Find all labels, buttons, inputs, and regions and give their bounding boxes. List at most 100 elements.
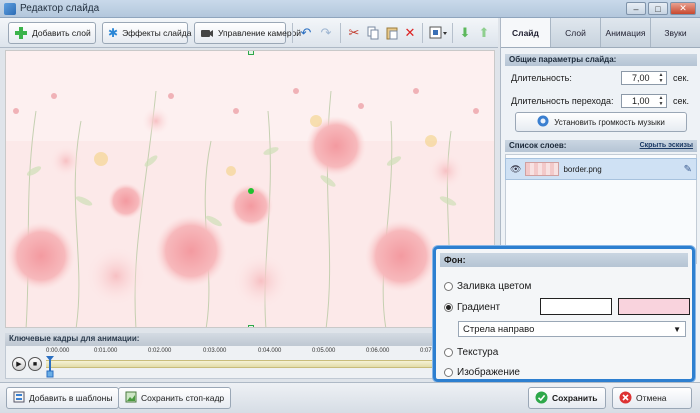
- save-still-frame-button[interactable]: Сохранить стоп-кадр: [118, 387, 232, 409]
- properties-tabs: Слайд Слой Анимация Звуки: [501, 18, 700, 48]
- duration-label: Длительность:: [511, 73, 572, 83]
- tab-animation[interactable]: Анимация: [601, 18, 651, 47]
- slide-effects-label: Эффекты слайда: [122, 28, 192, 38]
- spinner-arrows-icon[interactable]: ▲ ▼: [657, 72, 665, 84]
- gradient-direction-select[interactable]: Стрела направо ▼: [458, 321, 686, 337]
- gradient-color-end[interactable]: [618, 298, 690, 315]
- save-still-frame-label: Сохранить стоп-кадр: [141, 393, 225, 403]
- save-label: Сохранить: [552, 393, 598, 403]
- minimize-button[interactable]: –: [626, 2, 646, 15]
- check-icon: [535, 391, 548, 406]
- layers-list-heading: Список слоев: Скрыть эскизы: [505, 140, 697, 152]
- image-label: Изображение: [457, 367, 520, 378]
- undo-icon[interactable]: ↶: [296, 23, 316, 43]
- maximize-button[interactable]: □: [648, 2, 668, 15]
- duration-value: 7,00: [632, 73, 650, 83]
- layer-center-point[interactable]: [248, 188, 254, 194]
- layers-list-title: Список слоев:: [509, 141, 567, 150]
- gradient-color-start[interactable]: [540, 298, 612, 315]
- timeline-tick: 0:03.000: [203, 348, 227, 354]
- align-grid-icon[interactable]: [426, 23, 450, 43]
- timeline-tick: 0:05.000: [312, 348, 336, 354]
- image-option[interactable]: Изображение: [444, 367, 520, 378]
- move-up-icon[interactable]: ⬆: [474, 23, 494, 43]
- toolbar-separator: [422, 23, 423, 43]
- add-to-templates-label: Добавить в шаблоны: [29, 393, 113, 403]
- transition-duration-spinner[interactable]: 1,00 ▲ ▼: [621, 94, 667, 108]
- music-volume-icon: [537, 115, 549, 129]
- redo-icon[interactable]: ↷: [316, 23, 336, 43]
- edit-pencil-icon[interactable]: ✎: [684, 164, 692, 175]
- radio-selected-icon[interactable]: [444, 303, 453, 312]
- timeline-tick: 0:06.000: [366, 348, 390, 354]
- slide-effects-button[interactable]: ✱ Эффекты слайда: [102, 22, 192, 44]
- tab-slide[interactable]: Слайд: [501, 18, 551, 47]
- background-heading: Фон:: [440, 253, 688, 267]
- duration-unit: сек.: [673, 73, 689, 83]
- layer-item[interactable]: 👁 border.png ✎: [505, 158, 697, 180]
- radio-icon[interactable]: [444, 348, 453, 357]
- keyframe-marker-icon[interactable]: [46, 356, 54, 378]
- cancel-icon: [619, 391, 632, 406]
- set-music-volume-label: Установить громкость музыки: [554, 117, 665, 127]
- visibility-eye-icon[interactable]: 👁: [510, 164, 521, 175]
- timeline-tick: 0:02.000: [148, 348, 172, 354]
- fill-color-label: Заливка цветом: [457, 281, 532, 292]
- layer-thumbnail: [525, 162, 560, 176]
- save-button[interactable]: Сохранить: [528, 387, 606, 409]
- gradient-direction-value: Стрела направо: [463, 323, 535, 335]
- window-controls: – □ ✕: [626, 2, 696, 15]
- paste-icon[interactable]: [382, 23, 402, 43]
- delete-icon[interactable]: ✕: [400, 23, 420, 43]
- radio-icon[interactable]: [444, 282, 453, 291]
- app-icon: [4, 2, 16, 15]
- spinner-arrows-icon[interactable]: ▲ ▼: [657, 95, 665, 107]
- toolbar-separator: [452, 23, 453, 43]
- texture-option[interactable]: Текстура: [444, 347, 498, 358]
- move-down-icon[interactable]: ⬇: [455, 23, 475, 43]
- timeline-track[interactable]: [46, 360, 486, 368]
- add-layer-button[interactable]: Добавить слой: [8, 22, 96, 44]
- cut-icon[interactable]: ✂: [344, 23, 364, 43]
- add-to-templates-button[interactable]: Добавить в шаблоны: [6, 387, 120, 409]
- fill-color-option[interactable]: Заливка цветом: [444, 281, 531, 292]
- toolbar: Добавить слой ✱ Эффекты слайда Управлени…: [0, 18, 498, 48]
- gradient-label: Градиент: [457, 302, 501, 313]
- add-layer-label: Добавить слой: [32, 28, 91, 38]
- camera-control-button[interactable]: Управление камерой: [194, 22, 301, 44]
- tab-sounds[interactable]: Звуки: [651, 18, 700, 47]
- dropdown-arrow-icon[interactable]: ▼: [673, 325, 681, 334]
- radio-icon[interactable]: [444, 368, 453, 377]
- selection-handle-top[interactable]: [248, 51, 254, 55]
- cancel-button[interactable]: Отмена: [612, 387, 692, 409]
- transition-duration-value: 1,00: [632, 96, 650, 106]
- texture-label: Текстура: [457, 347, 499, 358]
- transition-duration-unit: сек.: [673, 96, 689, 106]
- transition-duration-label: Длительность перехода:: [511, 96, 614, 106]
- stop-button[interactable]: ■: [28, 357, 42, 371]
- copy-icon[interactable]: [363, 23, 383, 43]
- slide-params-heading: Общие параметры слайда:: [505, 54, 697, 66]
- bottom-bar: Добавить в шаблоны Сохранить стоп-кадр С…: [0, 382, 700, 413]
- timeline-tick: 0:00.000: [46, 348, 70, 354]
- window-title: Редактор слайда: [20, 3, 100, 14]
- toolbar-separator: [292, 23, 293, 43]
- play-button[interactable]: ▶: [12, 357, 26, 371]
- timeline-tick: 0:04.000: [258, 348, 282, 354]
- tab-layer[interactable]: Слой: [551, 18, 601, 47]
- layer-name: border.png: [563, 164, 602, 174]
- title-bar: Редактор слайда – □ ✕: [0, 0, 700, 18]
- close-button[interactable]: ✕: [670, 2, 696, 15]
- selection-handle-bottom[interactable]: [248, 325, 254, 327]
- sparkle-icon: ✱: [108, 26, 119, 40]
- hide-thumbnails-link[interactable]: Скрыть эскизы: [640, 140, 693, 152]
- camera-icon: [200, 26, 214, 40]
- slide-canvas[interactable]: [5, 50, 495, 328]
- plus-icon: [14, 26, 28, 40]
- gradient-option[interactable]: Градиент: [444, 302, 500, 313]
- duration-spinner[interactable]: 7,00 ▲ ▼: [621, 71, 667, 85]
- set-music-volume-button[interactable]: Установить громкость музыки: [515, 112, 687, 132]
- keyframe-timeline[interactable]: ▶ ■ 0:00.000 0:01.000 0:02.000 0:03.000 …: [5, 345, 495, 379]
- timeline-ruler: 0:00.000 0:01.000 0:02.000 0:03.000 0:04…: [46, 346, 486, 358]
- still-frame-icon: [125, 391, 137, 405]
